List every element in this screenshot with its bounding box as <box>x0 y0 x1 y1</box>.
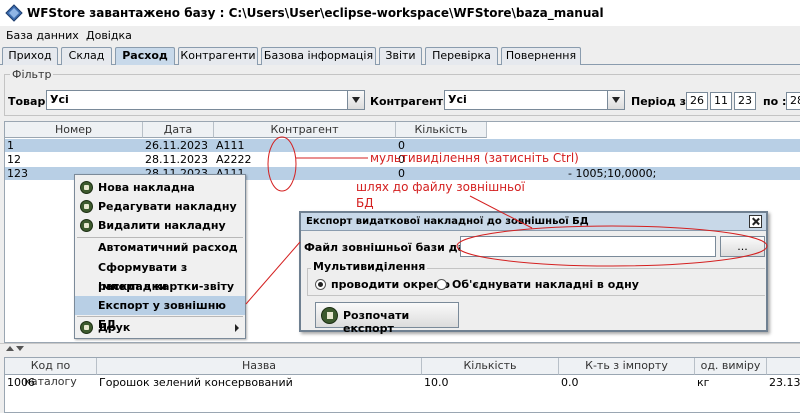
document-icon <box>80 181 93 194</box>
app-icon <box>5 4 23 22</box>
title-bar: WFStore завантажено базу : C:\Users\User… <box>0 0 800 26</box>
cell-counterparty: A2222 <box>216 153 252 166</box>
split-up-icon[interactable] <box>6 346 14 351</box>
menu-item-label: Нова накладна <box>98 181 195 194</box>
tab-check[interactable]: Перевірка <box>425 47 498 65</box>
menu-item-delete-invoice[interactable]: Видалити накладну <box>75 216 245 235</box>
cell-quantity: 10.0 <box>424 376 449 389</box>
date-from-month[interactable]: 11 <box>710 92 732 110</box>
splitter[interactable] <box>0 343 800 353</box>
menu-item-export-db[interactable]: Експорт у зовнішню БД <box>75 296 245 331</box>
menu-item-label: Редагувати накладну <box>98 200 237 213</box>
window-title: WFStore завантажено базу : C:\Users\User… <box>27 6 604 20</box>
radio-separate[interactable] <box>315 279 326 290</box>
date-to-day[interactable]: 28 <box>786 92 800 110</box>
menu-item-auto-outgoing[interactable]: Автоматичний расход <box>75 238 245 257</box>
cell-import-qty: 0.0 <box>561 376 579 389</box>
to-label: по : <box>763 95 787 108</box>
column-header-quantity[interactable]: Кількість <box>422 358 559 375</box>
menu-separator <box>77 316 243 317</box>
tab-warehouse[interactable]: Склад <box>61 47 112 65</box>
column-header-import-qty[interactable]: К-ть з імпорту <box>559 358 695 375</box>
cell-code: 1006 <box>7 376 35 389</box>
context-menu: Нова накладна Редагувати накладну Видали… <box>74 174 246 339</box>
close-icon[interactable] <box>749 215 762 228</box>
column-header-name[interactable]: Назва <box>97 358 422 375</box>
dialog-title-bar[interactable]: Експорт видаткової накладної до зовнішнь… <box>301 213 766 231</box>
multiselect-legend: Мультивиділення <box>311 260 428 273</box>
tab-bar: Приход Склад Расход Контрагенти Базова і… <box>0 46 800 65</box>
column-header-counterparty[interactable]: Контрагент <box>214 122 396 138</box>
menu-item-label: Друк <box>98 321 131 334</box>
table-row[interactable]: 1006 Горошок зелений консервований 10.0 … <box>5 376 800 389</box>
date-from-day[interactable]: 26 <box>686 92 708 110</box>
column-header-extra[interactable] <box>767 358 800 375</box>
menu-item-label: Видалити накладну <box>98 219 226 232</box>
menu-item-print[interactable]: Друк <box>75 318 245 337</box>
cell-name: Горошок зелений консервований <box>99 376 293 389</box>
product-combo[interactable]: Усі <box>46 90 365 110</box>
tab-counterparties[interactable]: Контрагенти <box>178 47 258 65</box>
radio-merge-label[interactable]: Об'єднувати накладні в одну <box>452 278 639 291</box>
cell-date: 26.11.2023 <box>145 139 208 152</box>
menu-item-label: Автоматичний расход <box>98 241 238 254</box>
menu-item-new-invoice[interactable]: Нова накладна <box>75 178 245 197</box>
chevron-down-icon[interactable] <box>607 91 624 109</box>
export-icon <box>321 307 338 324</box>
file-path-input[interactable] <box>460 236 716 257</box>
cell-number: 1 <box>7 139 14 152</box>
cell-number: 12 <box>7 153 21 166</box>
annotation-multiselect: мультивиділення (затисніть Ctrl) <box>370 151 579 165</box>
cell-counterparty: A111 <box>216 139 245 152</box>
start-export-label: Розпочати експорт <box>343 309 410 335</box>
dialog-title: Експорт видаткової накладної до зовнішнь… <box>306 216 589 227</box>
column-header-date[interactable]: Дата <box>143 122 214 138</box>
cell-date: 28.11.2023 <box>145 153 208 166</box>
tab-incoming[interactable]: Приход <box>2 47 58 65</box>
export-dialog: Експорт видаткової накладної до зовнішнь… <box>299 211 768 335</box>
edit-icon <box>80 200 93 213</box>
counterparty-combo-value: Усі <box>448 93 467 106</box>
annotation-path-line1: шлях до файлу зовнішньої <box>356 180 525 194</box>
chevron-right-icon <box>235 324 239 332</box>
browse-button[interactable]: ... <box>720 236 765 257</box>
period-label: Період з : <box>631 95 695 108</box>
cell-extra: 23.13 <box>769 376 800 389</box>
tab-returns[interactable]: Повернення <box>501 47 581 65</box>
radio-merge[interactable] <box>436 279 447 290</box>
cell-people: 0 <box>398 167 405 180</box>
chevron-down-icon[interactable] <box>347 91 364 109</box>
date-from-year[interactable]: 23 <box>734 92 756 110</box>
menu-help[interactable]: Довідка <box>86 29 132 42</box>
filter-legend: Фільтр <box>10 68 54 81</box>
column-header-code[interactable]: Код по каталогу <box>5 358 97 388</box>
tab-base-info[interactable]: Базова інформація <box>261 47 376 65</box>
menu-database[interactable]: База данних <box>6 29 79 42</box>
column-header-number[interactable]: Номер <box>5 122 143 138</box>
split-down-icon[interactable] <box>16 346 24 351</box>
print-icon <box>80 321 93 334</box>
menu-item-from-layout[interactable]: Сформувати з раскладки <box>75 258 245 293</box>
annotation-path-line2: БД <box>356 196 374 210</box>
product-combo-value: Усі <box>50 93 69 106</box>
column-header-people[interactable]: Кількість людей <box>396 122 487 151</box>
delete-icon <box>80 219 93 232</box>
counterparty-combo[interactable]: Усі <box>444 90 625 110</box>
column-header-unit[interactable]: од. виміру <box>695 358 767 375</box>
menu-item-label: Імпорт з картки-звіту <box>98 280 235 293</box>
cell-note: - 1005;10,0000; <box>568 167 657 180</box>
cell-unit: кг <box>697 376 710 389</box>
menu-item-import-report[interactable]: Імпорт з картки-звіту <box>75 277 245 296</box>
start-export-button[interactable]: Розпочати експорт <box>315 302 459 335</box>
tab-outgoing[interactable]: Расход <box>115 47 175 65</box>
menu-item-edit-invoice[interactable]: Редагувати накладну <box>75 197 245 216</box>
tab-reports[interactable]: Звіти <box>379 47 422 65</box>
radio-separate-label[interactable]: проводити окремо <box>331 278 450 291</box>
items-table: Код по каталогу Назва Кількість К-ть з і… <box>4 357 800 413</box>
menu-bar: База данних Довідка <box>0 26 800 46</box>
